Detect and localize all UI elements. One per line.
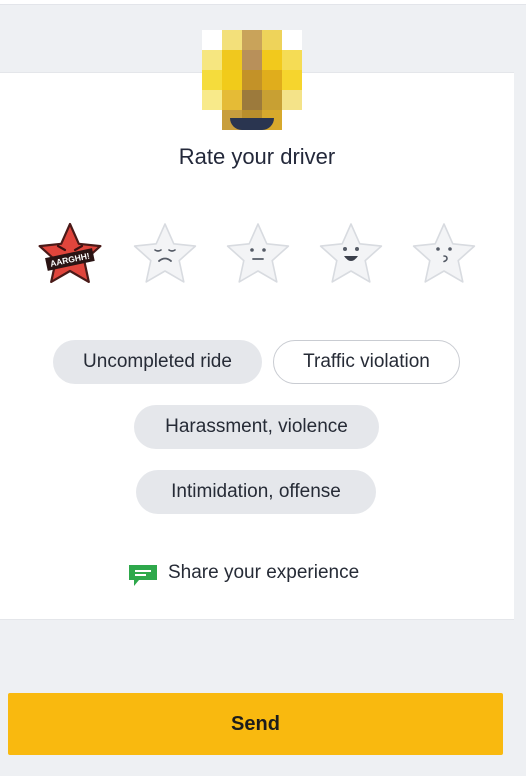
tag-row-3: Intimidation, offense xyxy=(0,470,514,516)
tag-traffic-violation[interactable]: Traffic violation xyxy=(273,340,460,384)
star-rating: AARGHH! xyxy=(34,220,484,292)
share-experience-label: Share your experience xyxy=(168,562,360,583)
star-1-angry[interactable]: AARGHH! xyxy=(34,220,106,292)
star-3-neutral[interactable] xyxy=(222,220,294,292)
star-2-sad[interactable] xyxy=(129,220,201,292)
chat-bubble-icon xyxy=(128,564,158,588)
tag-intimidation-offense[interactable]: Intimidation, offense xyxy=(136,470,376,514)
rate-driver-title: Rate your driver xyxy=(178,144,336,169)
star-5-puzzled[interactable] xyxy=(408,220,480,292)
top-strip xyxy=(0,0,526,5)
tag-row-2: Harassment, violence xyxy=(0,405,514,451)
tag-harassment-violence[interactable]: Harassment, violence xyxy=(134,405,379,449)
send-button[interactable]: Send xyxy=(8,693,503,755)
star-4-happy[interactable] xyxy=(315,220,387,292)
driver-avatar xyxy=(202,30,302,130)
tag-row-1: Uncompleted ride Traffic violation xyxy=(0,340,514,386)
tag-uncompleted-ride[interactable]: Uncompleted ride xyxy=(53,340,262,384)
